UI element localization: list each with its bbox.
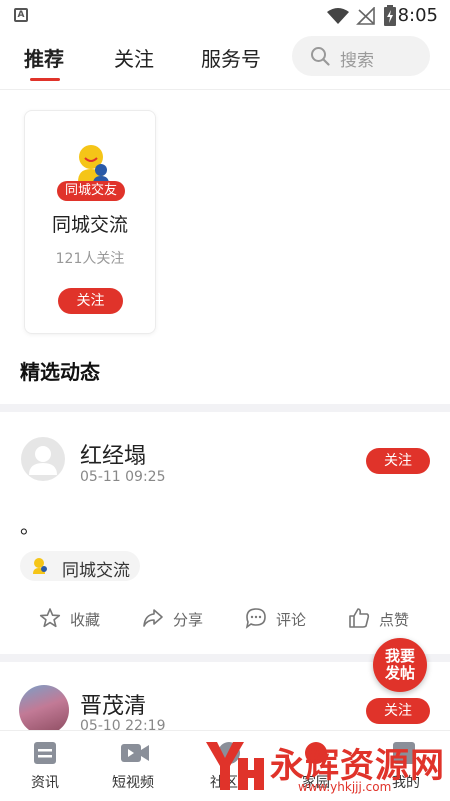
section-divider [0, 404, 450, 412]
nav-short-video[interactable]: 短视频 [112, 772, 154, 792]
search-placeholder: 搜索 [340, 51, 374, 71]
group-follow-button[interactable]: 关注 [58, 288, 123, 314]
watermark: 永辉资源网 www.yhkjjj.com [196, 736, 444, 796]
tab-follow[interactable]: 关注 [114, 43, 154, 72]
battery-charging-icon [384, 5, 396, 26]
action-like[interactable]: 点赞 [379, 609, 409, 630]
watermark-logo-icon [206, 742, 264, 790]
action-favorite[interactable]: 收藏 [70, 609, 100, 630]
fab-label-line2: 发帖 [384, 664, 415, 682]
status-bar: A 8:05 [0, 0, 450, 32]
favorite-star-icon[interactable] [39, 607, 61, 629]
group-avatar-icon [78, 145, 109, 184]
group-follower-count: 121人关注 [55, 251, 125, 267]
active-tab-indicator [30, 78, 60, 81]
post-author[interactable]: 红经塌 [80, 438, 146, 470]
wifi-icon [327, 8, 349, 24]
post-follow-button[interactable]: 关注 [366, 448, 430, 474]
post-avatar[interactable] [19, 685, 69, 735]
tab-service-account[interactable]: 服务号 [201, 43, 261, 72]
topic-label: 同城交流 [62, 561, 130, 581]
post-avatar[interactable] [21, 437, 65, 481]
default-avatar-icon [29, 446, 57, 475]
watermark-url: www.yhkjjj.com [298, 780, 392, 794]
search-icon [311, 47, 330, 66]
create-post-fab[interactable]: 我要 发帖 [373, 638, 427, 692]
video-icon[interactable] [120, 741, 150, 765]
action-share[interactable]: 分享 [173, 609, 203, 630]
section-title: 精选动态 [20, 360, 100, 384]
news-icon[interactable] [33, 741, 57, 765]
topic-group-icon [33, 558, 47, 574]
post-follow-button[interactable]: 关注 [366, 698, 430, 724]
post-time: 05-11 09:25 [80, 469, 166, 485]
no-signal-icon [356, 7, 375, 25]
post-author[interactable]: 晋茂清 [80, 688, 146, 720]
clock: 8:05 [397, 5, 438, 26]
group-name: 同城交流 [51, 214, 128, 236]
comment-icon[interactable] [245, 607, 267, 629]
nav-news[interactable]: 资讯 [31, 772, 59, 792]
header-divider [0, 89, 450, 90]
app-notification-icon: A [14, 8, 28, 22]
post-content[interactable]: 。 [20, 510, 40, 539]
tab-recommend[interactable]: 推荐 [24, 43, 64, 72]
group-badge: 同城交友 [57, 181, 125, 201]
like-thumb-icon[interactable] [348, 607, 370, 629]
fab-label-line1: 我要 [384, 647, 415, 665]
action-comment[interactable]: 评论 [276, 609, 306, 630]
share-icon[interactable] [142, 607, 164, 629]
